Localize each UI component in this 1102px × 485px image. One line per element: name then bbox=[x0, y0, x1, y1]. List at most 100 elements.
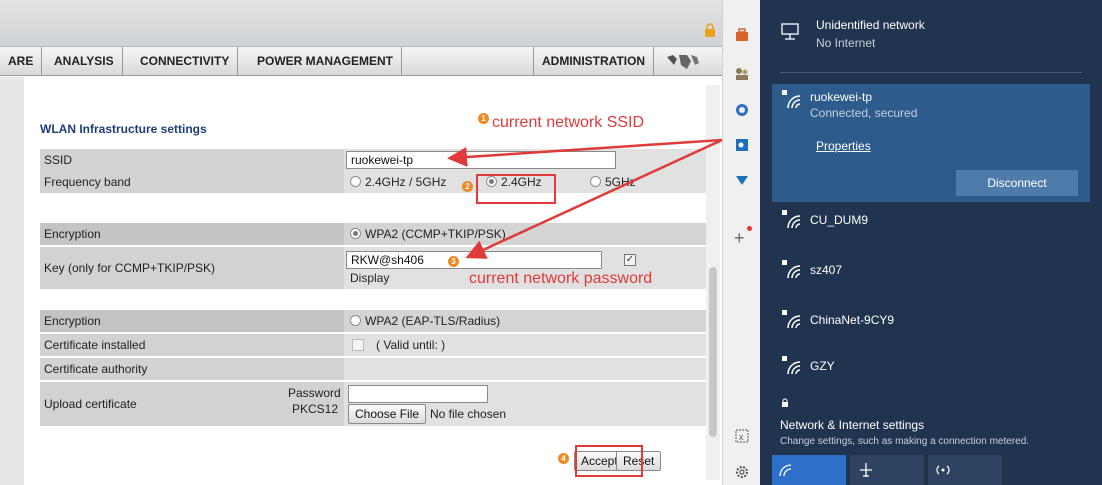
network-settings-description: Change settings, such as making a connec… bbox=[780, 436, 1030, 447]
screenshot-icon[interactable]: x bbox=[734, 428, 750, 444]
key-input[interactable]: RKW@sh406 bbox=[346, 251, 602, 269]
encryption-eap-row: Encryption WPA2 (EAP-TLS/Radius) bbox=[40, 310, 714, 332]
screenshot: ARE ANALYSIS CONNECTIVITY POWER MANAGEME… bbox=[0, 0, 1102, 485]
browser-sidebar: + x bbox=[722, 0, 760, 485]
annotation-password-text: current network password bbox=[469, 270, 653, 287]
ssid-input[interactable]: ruokewei-tp bbox=[346, 151, 616, 169]
cert-installed-cell: ( Valid until: ) bbox=[344, 334, 714, 356]
upload-cert-row: Upload certificate Password PKCS12 Choos… bbox=[40, 382, 714, 426]
wifi-quick-tile[interactable] bbox=[772, 455, 846, 485]
wifi-secured-icon bbox=[782, 310, 801, 329]
nav-connectivity[interactable]: CONNECTIVITY bbox=[132, 47, 239, 75]
router-admin-page: ARE ANALYSIS CONNECTIVITY POWER MANAGEME… bbox=[0, 0, 722, 485]
wifi-secured-icon bbox=[782, 90, 802, 109]
cert-installed-label: Certificate installed bbox=[44, 338, 146, 352]
page-scrollbar[interactable] bbox=[706, 85, 720, 480]
nav-administration[interactable]: ADMINISTRATION bbox=[533, 47, 655, 75]
enc-psk-label: WPA2 (CCMP+TKIP/PSK) bbox=[365, 227, 506, 241]
freq-option-dual[interactable]: 2.4GHz / 5GHz bbox=[350, 175, 446, 189]
network-item-gzy[interactable]: GZY bbox=[760, 342, 1102, 392]
encryption-label: Encryption bbox=[44, 227, 101, 241]
display-checkbox[interactable]: ✓ bbox=[624, 254, 636, 266]
frequency-label: Frequency band bbox=[44, 175, 131, 189]
unidentified-status: No Internet bbox=[816, 36, 876, 50]
network-item-cu-dum9[interactable]: CU_DUM9 bbox=[760, 196, 1102, 246]
frequency-highlight-box bbox=[476, 174, 556, 204]
network-item-unidentified[interactable]: Unidentified network No Internet bbox=[760, 10, 1102, 60]
cert-installed-checkbox[interactable] bbox=[352, 339, 364, 351]
wifi-secured-icon bbox=[782, 260, 801, 279]
network-name: ChinaNet-9CY9 bbox=[810, 313, 895, 327]
password-sublabel: Password bbox=[288, 386, 341, 400]
annotation-ssid-text: current network SSID bbox=[492, 114, 645, 131]
airplane-mode-tile[interactable] bbox=[850, 455, 924, 485]
annotation-badge-2: 2 bbox=[462, 181, 473, 192]
nav-analysis[interactable]: ANALYSIS bbox=[46, 47, 123, 75]
lock-small-icon bbox=[782, 398, 788, 407]
radio-psk[interactable] bbox=[350, 228, 361, 239]
section-title: WLAN Infrastructure settings bbox=[40, 122, 207, 136]
hotspot-icon bbox=[936, 465, 950, 475]
airplane-icon bbox=[860, 463, 872, 477]
radio-dual[interactable] bbox=[350, 176, 361, 187]
page-header bbox=[0, 0, 722, 46]
accept-highlight-box bbox=[575, 445, 643, 477]
enc-eap-option[interactable]: WPA2 (EAP-TLS/Radius) bbox=[350, 314, 500, 328]
pkcs12-password-input[interactable] bbox=[348, 385, 488, 403]
main-nav: ARE ANALYSIS CONNECTIVITY POWER MANAGEME… bbox=[0, 46, 722, 76]
upload-cert-label: Upload certificate bbox=[44, 397, 137, 411]
radio-5[interactable] bbox=[590, 176, 601, 187]
annotation-badge-3: 3 bbox=[448, 256, 459, 267]
cert-installed-row: Certificate installed ( Valid until: ) bbox=[40, 334, 714, 356]
network-settings-link[interactable]: Network & Internet settings bbox=[780, 418, 924, 432]
no-file-chosen-text: No file chosen bbox=[430, 407, 507, 421]
scroll-thumb[interactable] bbox=[709, 267, 717, 437]
cert-authority-label: Certificate authority bbox=[44, 362, 148, 376]
flyout-divider bbox=[780, 72, 1082, 73]
network-flyout: Unidentified network No Internet ruokewe… bbox=[760, 0, 1102, 485]
enc-eap-label: WPA2 (EAP-TLS/Radius) bbox=[365, 314, 501, 328]
ssid-label: SSID bbox=[44, 153, 73, 167]
annotation-badge-4: 4 bbox=[558, 453, 569, 464]
wifi-secured-icon bbox=[782, 210, 801, 229]
office-icon[interactable] bbox=[734, 102, 750, 118]
lock-icon bbox=[705, 23, 715, 37]
cert-authority-cell bbox=[344, 358, 714, 380]
encryption-eap-cell: WPA2 (EAP-TLS/Radius) bbox=[344, 310, 714, 332]
people-icon[interactable] bbox=[734, 66, 750, 82]
freq-option-5[interactable]: 5GHz bbox=[590, 175, 636, 189]
outlook-icon[interactable] bbox=[734, 137, 750, 153]
encryption-eap-label: Encryption bbox=[44, 314, 101, 328]
key-label: Key (only for CCMP+TKIP/PSK) bbox=[44, 261, 216, 275]
left-margin bbox=[0, 77, 24, 485]
choose-file-button[interactable]: Choose File bbox=[348, 404, 427, 424]
wired-network-icon bbox=[781, 23, 799, 40]
enc-psk-option[interactable]: WPA2 (CCMP+TKIP/PSK) bbox=[350, 227, 506, 241]
freq-option-dual-label: 2.4GHz / 5GHz bbox=[365, 175, 447, 189]
annotation-badge-1: 1 bbox=[478, 113, 489, 124]
network-name: CU_DUM9 bbox=[810, 213, 869, 227]
frequency-row: Frequency band 2.4GHz / 5GHz 2.4GHz 5GHz bbox=[40, 171, 714, 193]
network-item-chinanet[interactable]: ChinaNet-9CY9 bbox=[760, 296, 1102, 346]
disconnect-button[interactable]: Disconnect bbox=[956, 170, 1078, 196]
toolbox-icon[interactable] bbox=[734, 27, 750, 43]
cert-authority-row: Certificate authority bbox=[40, 358, 714, 380]
settings-gear-icon[interactable] bbox=[734, 464, 750, 480]
vpn-icon[interactable] bbox=[734, 172, 750, 188]
add-icon[interactable]: + bbox=[734, 226, 752, 247]
display-label: Display bbox=[350, 271, 390, 285]
wifi-secured-icon bbox=[782, 356, 801, 375]
upload-cert-cell: Choose File No file chosen bbox=[344, 382, 714, 426]
nav-hardware[interactable]: ARE bbox=[0, 47, 43, 75]
freq-option-5-label: 5GHz bbox=[605, 175, 636, 189]
mobile-hotspot-tile[interactable] bbox=[928, 455, 1002, 485]
network-item-sz407[interactable]: sz407 bbox=[760, 246, 1102, 296]
svg-text:x: x bbox=[739, 432, 744, 442]
radio-eap[interactable] bbox=[350, 315, 361, 326]
nav-power-management[interactable]: POWER MANAGEMENT bbox=[249, 47, 402, 75]
cert-valid-text: ( Valid until: ) bbox=[376, 338, 446, 352]
network-map-icon[interactable] bbox=[665, 51, 701, 71]
encryption-psk-cell: WPA2 (CCMP+TKIP/PSK) bbox=[344, 223, 714, 245]
active-network-name: ruokewei-tp bbox=[810, 90, 873, 104]
properties-link[interactable]: Properties bbox=[816, 139, 871, 153]
